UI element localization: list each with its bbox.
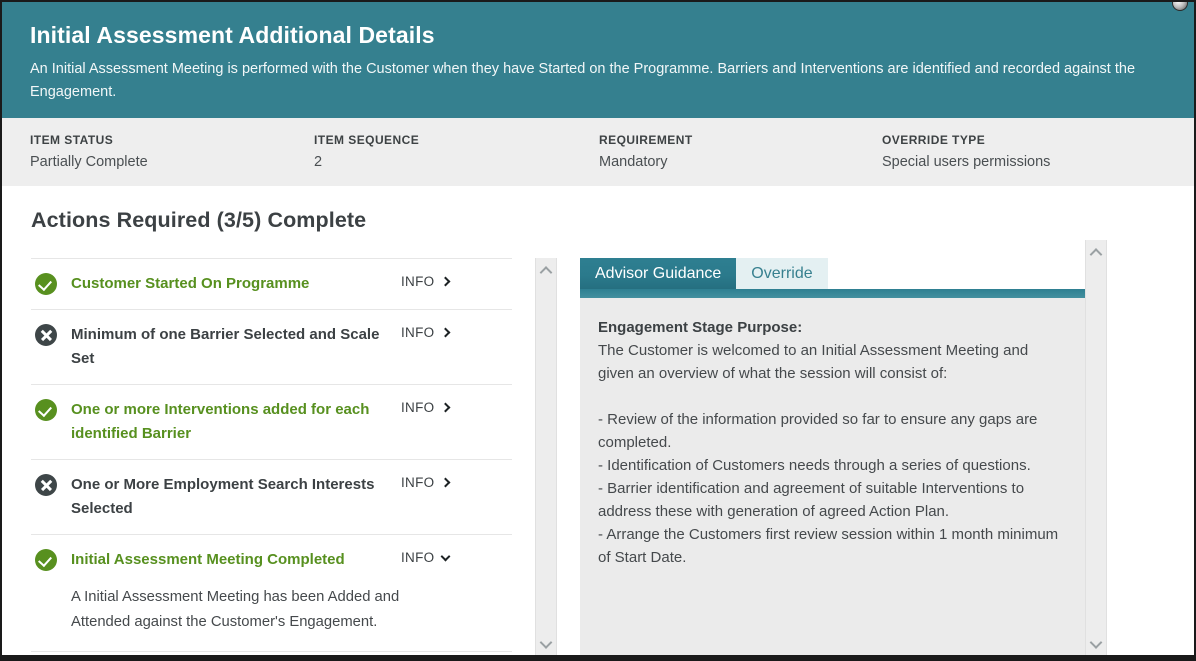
info-toggle-button[interactable]: INFO bbox=[401, 475, 452, 490]
meta-label: REQUIREMENT bbox=[599, 133, 693, 147]
meta-label: ITEM SEQUENCE bbox=[314, 133, 420, 147]
action-item-label: One or More Employment Search Interests … bbox=[71, 476, 375, 517]
chevron-down-icon[interactable] bbox=[1089, 636, 1103, 649]
action-item-label: Minimum of one Barrier Selected and Scal… bbox=[71, 326, 380, 367]
tab-advisor-guidance[interactable]: Advisor Guidance bbox=[580, 258, 737, 289]
action-item-label: Customer Started On Programme bbox=[71, 275, 310, 292]
guidance-bullet: - Arrange the Customers first review ses… bbox=[598, 526, 1059, 566]
cross-circle-icon bbox=[35, 324, 57, 346]
chevron-right-icon bbox=[441, 477, 451, 488]
meta-value: Mandatory bbox=[599, 154, 668, 170]
page-title: Actions Required (3/5) Complete bbox=[31, 208, 367, 232]
chevron-right-icon bbox=[441, 327, 451, 338]
info-toggle-button[interactable]: INFO bbox=[401, 400, 452, 415]
info-label: INFO bbox=[401, 550, 435, 565]
chevron-down-icon[interactable] bbox=[539, 636, 553, 649]
meta-value: 2 bbox=[314, 154, 323, 170]
dialog-body: Actions Required (3/5) Complete Customer… bbox=[2, 186, 1194, 659]
meta-field-requirement: REQUIREMENT Mandatory bbox=[599, 132, 882, 172]
meta-label: ITEM STATUS bbox=[30, 133, 114, 147]
meta-field-override-type: OVERRIDE TYPE Special users permissions bbox=[882, 132, 1182, 172]
info-toggle-button[interactable]: INFO bbox=[401, 550, 452, 565]
guidance-tabs: Advisor Guidance Override bbox=[580, 258, 1107, 298]
info-label: INFO bbox=[401, 475, 435, 490]
meta-field-item-sequence: ITEM SEQUENCE 2 bbox=[314, 132, 599, 172]
actions-required-list: Customer Started On Programme INFO Minim… bbox=[31, 258, 512, 658]
tab-label: Override bbox=[751, 264, 813, 282]
action-item-label: One or more Interventions added for each… bbox=[71, 401, 370, 442]
info-label: INFO bbox=[401, 274, 435, 289]
info-label: INFO bbox=[401, 400, 435, 415]
action-item-interventions-added[interactable]: One or more Interventions added for each… bbox=[31, 384, 512, 459]
guidance-panel: Advisor Guidance Override Engagement Sta… bbox=[580, 258, 1107, 659]
guidance-bullet: - Barrier identification and agreement o… bbox=[598, 480, 1025, 520]
action-item-customer-started[interactable]: Customer Started On Programme INFO bbox=[31, 258, 512, 309]
meta-value: Partially Complete bbox=[30, 154, 148, 170]
modal-dialog: Initial Assessment Additional Details An… bbox=[0, 0, 1196, 661]
tab-label: Advisor Guidance bbox=[595, 264, 722, 282]
dialog-bottom-edge bbox=[2, 655, 1194, 659]
action-item-initial-assessment-meeting[interactable]: Initial Assessment Meeting Completed INF… bbox=[31, 534, 512, 585]
guidance-bullet: - Identification of Customers needs thro… bbox=[598, 457, 1031, 474]
meta-value: Special users permissions bbox=[882, 154, 1051, 170]
tab-underline bbox=[580, 289, 1105, 298]
guidance-heading: Engagement Stage Purpose: bbox=[598, 319, 803, 336]
action-item-detail-text: A Initial Assessment Meeting has been Ad… bbox=[71, 589, 400, 630]
action-item-label: Initial Assessment Meeting Completed bbox=[71, 551, 345, 568]
meta-label: OVERRIDE TYPE bbox=[882, 133, 986, 147]
guidance-spacer bbox=[598, 385, 1063, 408]
dialog-description: An Initial Assessment Meeting is perform… bbox=[30, 61, 1136, 100]
chevron-up-icon[interactable] bbox=[1089, 248, 1103, 261]
chevron-right-icon bbox=[441, 276, 451, 287]
action-item-detail-panel: A Initial Assessment Meeting has been Ad… bbox=[31, 585, 512, 652]
guidance-content: Engagement Stage Purpose: The Customer i… bbox=[580, 298, 1085, 659]
guidance-scrollbar[interactable] bbox=[1085, 240, 1107, 659]
info-toggle-button[interactable]: INFO bbox=[401, 325, 452, 340]
guidance-bullet: - Review of the information provided so … bbox=[598, 411, 1038, 451]
info-toggle-button[interactable]: INFO bbox=[401, 274, 452, 289]
dialog-header: Initial Assessment Additional Details An… bbox=[2, 2, 1194, 118]
guidance-intro: The Customer is welcomed to an Initial A… bbox=[598, 342, 1029, 382]
check-circle-icon bbox=[35, 549, 57, 571]
tab-override[interactable]: Override bbox=[736, 258, 828, 289]
info-label: INFO bbox=[401, 325, 435, 340]
check-circle-icon bbox=[35, 273, 57, 295]
chevron-up-icon[interactable] bbox=[539, 266, 553, 279]
check-circle-icon bbox=[35, 399, 57, 421]
actions-list-scrollbar[interactable] bbox=[535, 258, 557, 659]
action-item-barrier-selected[interactable]: Minimum of one Barrier Selected and Scal… bbox=[31, 309, 512, 384]
meta-field-item-status: ITEM STATUS Partially Complete bbox=[30, 132, 314, 172]
item-meta-bar: ITEM STATUS Partially Complete ITEM SEQU… bbox=[2, 118, 1194, 186]
dialog-title: Initial Assessment Additional Details bbox=[30, 22, 435, 48]
action-item-employment-search-interests[interactable]: One or More Employment Search Interests … bbox=[31, 459, 512, 534]
chevron-right-icon bbox=[441, 402, 451, 413]
close-icon[interactable] bbox=[1172, 2, 1188, 11]
chevron-down-icon bbox=[441, 551, 451, 561]
cross-circle-icon bbox=[35, 474, 57, 496]
